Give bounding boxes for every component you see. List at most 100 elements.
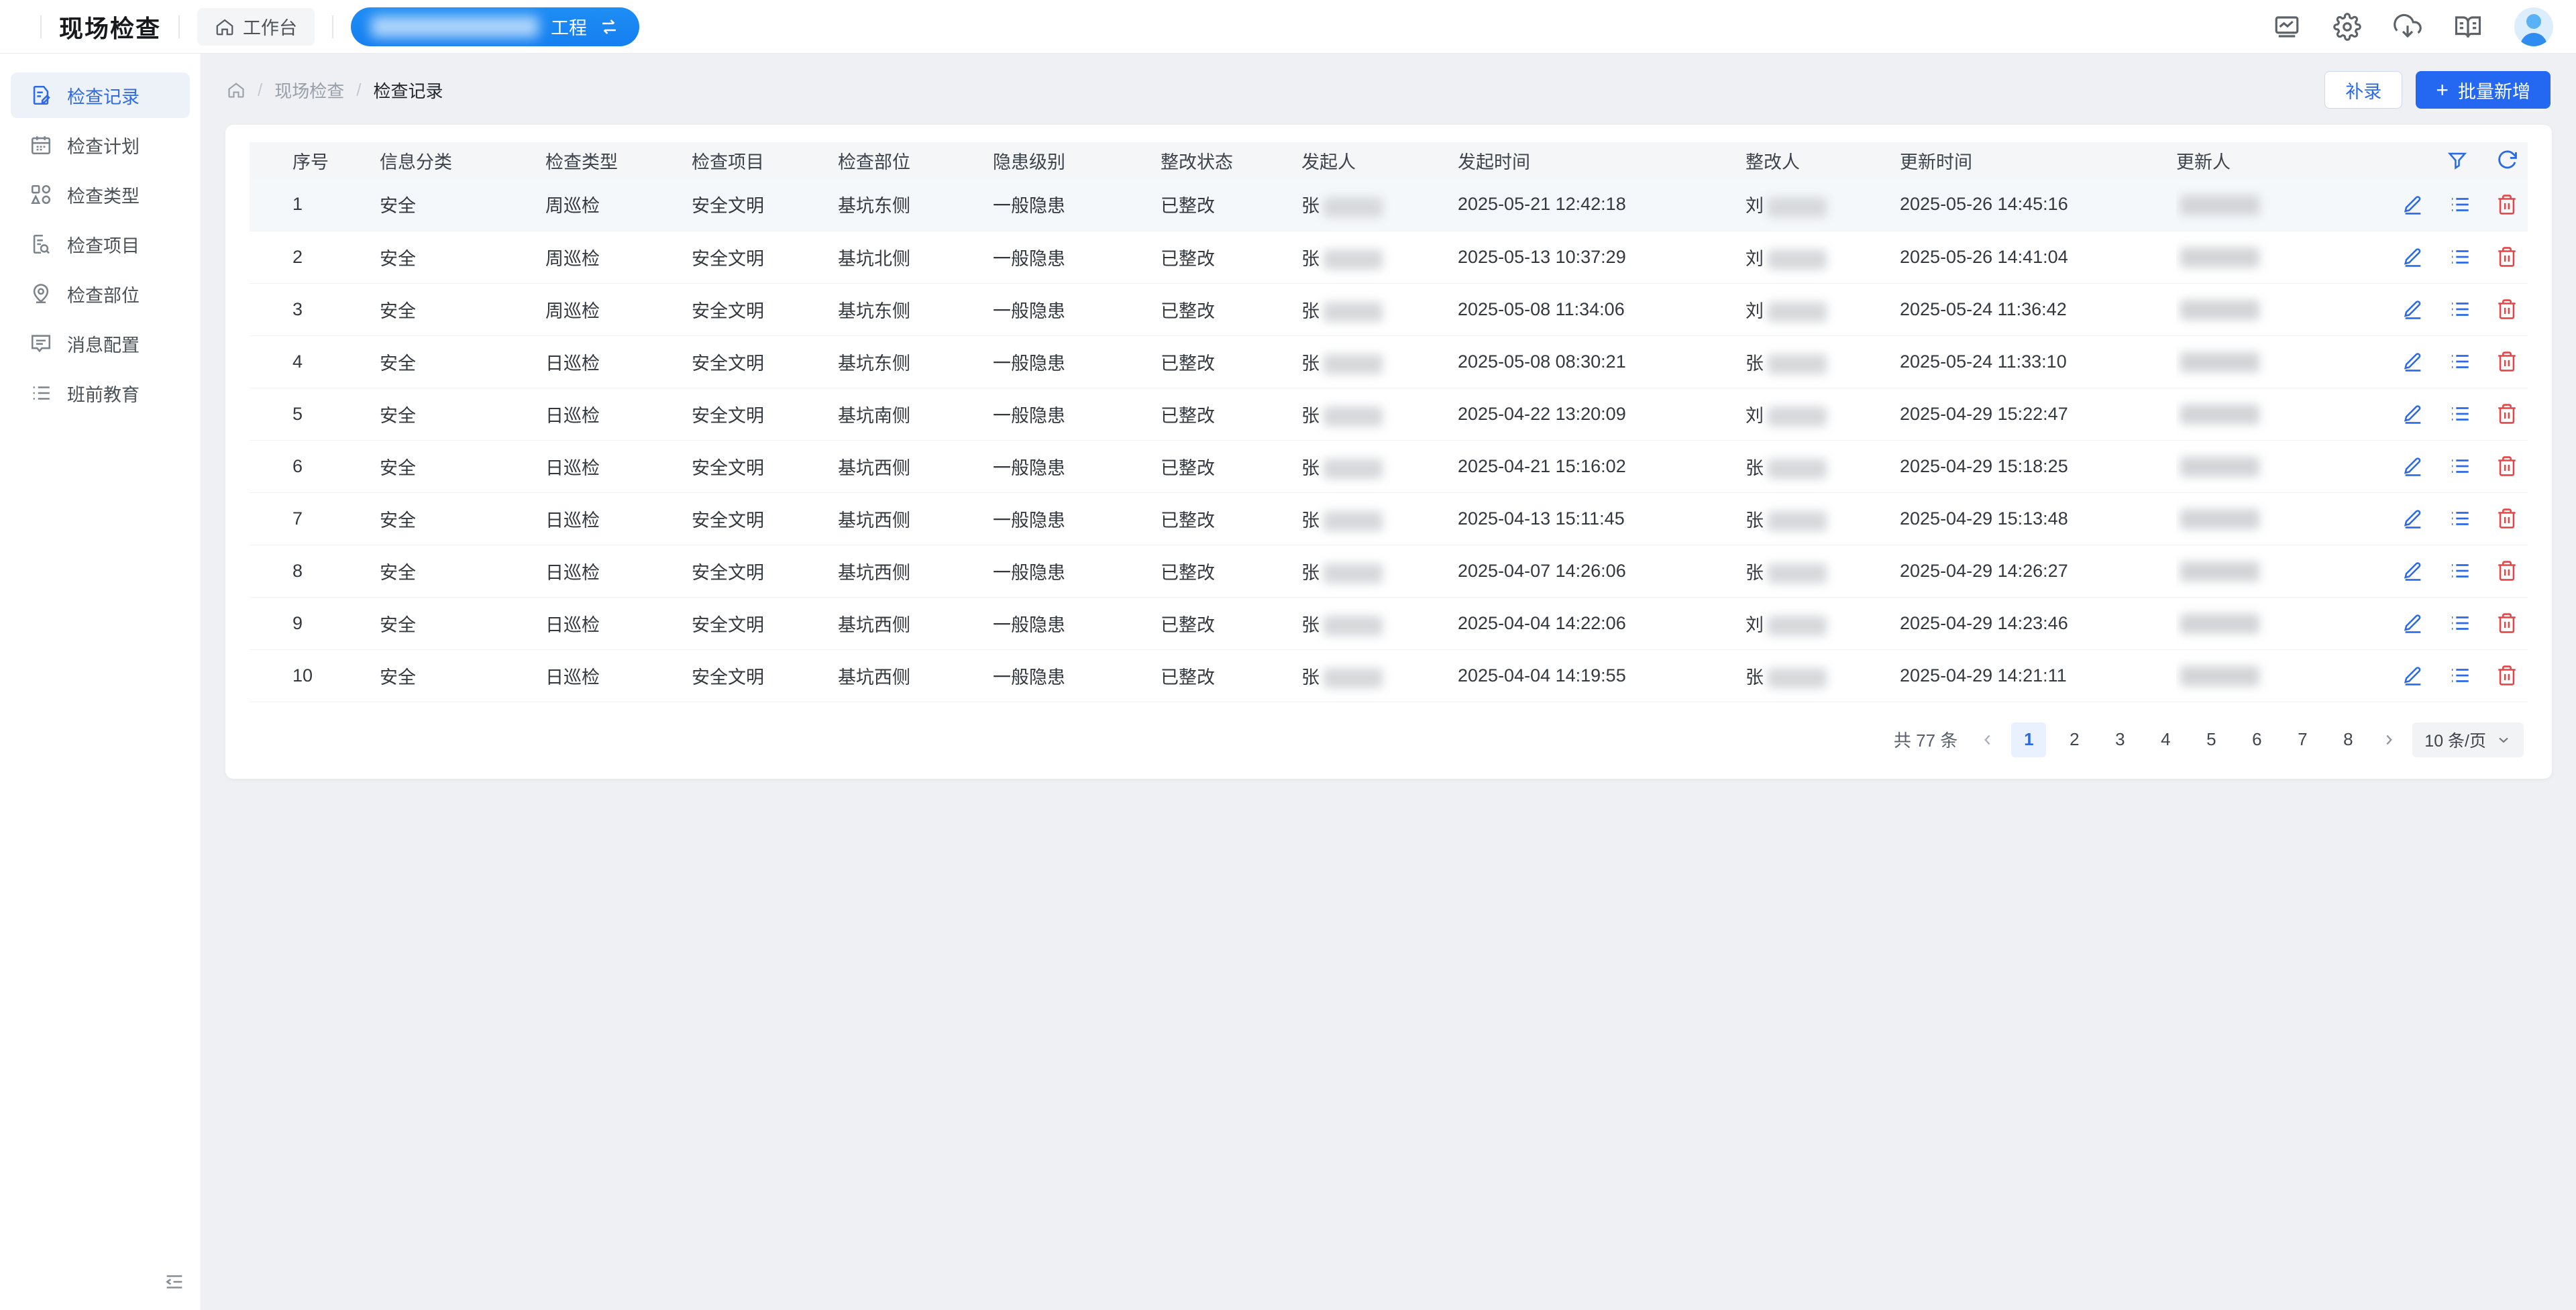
settings-gear-icon: [2333, 13, 2361, 41]
settings-button[interactable]: [2333, 13, 2361, 41]
cell-rectifier: 刘: [1746, 597, 1900, 649]
detail-button[interactable]: [2449, 350, 2471, 373]
edit-button[interactable]: [2404, 245, 2424, 268]
page-button-5[interactable]: 5: [2194, 722, 2229, 757]
edit-button[interactable]: [2404, 559, 2424, 582]
total-count: 共 77 条: [1894, 727, 1957, 752]
sidebar-item-inspection-records[interactable]: 检查记录: [11, 72, 190, 118]
detail-button[interactable]: [2449, 298, 2471, 321]
cell-initiated-at: 2025-05-08 08:30:21: [1458, 335, 1746, 388]
batch-add-button[interactable]: + 批量新增: [2416, 71, 2551, 109]
detail-button[interactable]: [2449, 455, 2471, 478]
detail-button[interactable]: [2449, 664, 2471, 687]
sidebar-item-inspection-items[interactable]: 检查项目: [11, 221, 190, 267]
chevron-down-icon: [2496, 732, 2512, 748]
delete-button[interactable]: [2496, 664, 2518, 687]
detail-button[interactable]: [2449, 507, 2471, 530]
cell-initiator: 张: [1301, 388, 1458, 440]
rectifier-name: 张: [1746, 458, 1764, 478]
table-row[interactable]: 9 安全 日巡检 安全文明 基坑西侧 一般隐患 已整改 张 2025-04-04…: [250, 597, 2528, 649]
delete-button[interactable]: [2496, 298, 2518, 321]
page-button-7[interactable]: 7: [2285, 722, 2320, 757]
sidebar-item-inspection-plans[interactable]: 检查计划: [11, 122, 190, 168]
table-row[interactable]: 3 安全 周巡检 安全文明 基坑东侧 一般隐患 已整改 张 2025-05-08…: [250, 283, 2528, 335]
edit-button[interactable]: [2404, 455, 2424, 478]
edit-button[interactable]: [2404, 664, 2424, 687]
delete-button[interactable]: [2496, 350, 2518, 373]
sidebar-collapse-button[interactable]: [163, 1270, 186, 1295]
delete-button[interactable]: [2496, 612, 2518, 635]
table-row[interactable]: 8 安全 日巡检 安全文明 基坑西侧 一般隐患 已整改 张 2025-04-07…: [250, 545, 2528, 597]
cell-category: 安全: [380, 492, 545, 545]
delete-button[interactable]: [2496, 402, 2518, 425]
detail-button[interactable]: [2449, 559, 2471, 582]
cell-initiated-at: 2025-04-22 13:20:09: [1458, 388, 1746, 440]
divider: [178, 15, 180, 38]
delete-button[interactable]: [2496, 245, 2518, 268]
table-row[interactable]: 1 安全 周巡检 安全文明 基坑东侧 一般隐患 已整改 张 2025-05-21…: [250, 178, 2528, 231]
table-row[interactable]: 7 安全 日巡检 安全文明 基坑西侧 一般隐患 已整改 张 2025-04-13…: [250, 492, 2528, 545]
page-button-3[interactable]: 3: [2102, 722, 2137, 757]
column-header: 整改人: [1746, 142, 1900, 178]
redacted-name: [2180, 300, 2259, 320]
breadcrumb-root[interactable]: 现场检查: [274, 78, 344, 103]
cell-index: 2: [250, 231, 380, 283]
monitor-button[interactable]: [2273, 13, 2301, 41]
delete-button[interactable]: [2496, 193, 2518, 216]
redacted-name: [2180, 195, 2259, 215]
delete-button[interactable]: [2496, 507, 2518, 530]
page-button-8[interactable]: 8: [2330, 722, 2365, 757]
sidebar: 检查记录 检查计划 检查类型 检查项目 检查部位 消息配置 班前教育: [0, 54, 201, 1310]
edit-button[interactable]: [2404, 612, 2424, 635]
edit-button[interactable]: [2404, 402, 2424, 425]
cell-category: 安全: [380, 231, 545, 283]
table-row[interactable]: 2 安全 周巡检 安全文明 基坑北侧 一般隐患 已整改 张 2025-05-13…: [250, 231, 2528, 283]
sidebar-item-inspection-types[interactable]: 检查类型: [11, 172, 190, 217]
cell-item: 安全文明: [692, 335, 838, 388]
detail-button[interactable]: [2449, 245, 2471, 268]
delete-button[interactable]: [2496, 455, 2518, 478]
breadcrumb-home-icon[interactable]: [227, 80, 246, 99]
delete-button[interactable]: [2496, 559, 2518, 582]
edit-button[interactable]: [2404, 193, 2424, 216]
rectifier-name: 刘: [1746, 615, 1764, 635]
edit-button[interactable]: [2404, 507, 2424, 530]
detail-button[interactable]: [2449, 402, 2471, 425]
table-row[interactable]: 5 安全 日巡检 安全文明 基坑南侧 一般隐患 已整改 张 2025-04-22…: [250, 388, 2528, 440]
table-row[interactable]: 10 安全 日巡检 安全文明 基坑西侧 一般隐患 已整改 张 2025-04-0…: [250, 649, 2528, 702]
user-avatar[interactable]: [2514, 7, 2553, 46]
prev-page-button[interactable]: [1975, 731, 2000, 749]
sidebar-item-preshift-education[interactable]: 班前教育: [11, 370, 190, 416]
next-page-button[interactable]: [2376, 731, 2402, 749]
rectifier-name: 张: [1746, 353, 1764, 374]
table-row[interactable]: 6 安全 日巡检 安全文明 基坑西侧 一般隐患 已整改 张 2025-04-21…: [250, 440, 2528, 492]
cell-status: 已整改: [1161, 231, 1301, 283]
detail-button[interactable]: [2449, 193, 2471, 216]
table-row[interactable]: 4 安全 日巡检 安全文明 基坑东侧 一般隐患 已整改 张 2025-05-08…: [250, 335, 2528, 388]
page-button-1[interactable]: 1: [2011, 722, 2046, 757]
supplement-record-button[interactable]: 补录: [2324, 71, 2402, 109]
project-switcher[interactable]: 工程: [351, 7, 639, 46]
handbook-button[interactable]: [2454, 13, 2482, 41]
page-button-4[interactable]: 4: [2148, 722, 2183, 757]
delete-trash-icon: [2496, 559, 2518, 582]
page-button-6[interactable]: 6: [2239, 722, 2274, 757]
page-size-select[interactable]: 10 条/页: [2412, 722, 2524, 757]
cell-updated-at: 2025-04-29 14:21:11: [1900, 649, 2176, 702]
download-center-button[interactable]: [2394, 13, 2422, 41]
edit-button[interactable]: [2404, 350, 2424, 373]
cell-category: 安全: [380, 440, 545, 492]
detail-button[interactable]: [2449, 612, 2471, 635]
sidebar-item-message-config[interactable]: 消息配置: [11, 321, 190, 366]
page-button-2[interactable]: 2: [2057, 722, 2092, 757]
refresh-button[interactable]: [2496, 149, 2518, 172]
column-header: 发起人: [1301, 142, 1458, 178]
cell-updated-at: 2025-04-29 15:13:48: [1900, 492, 2176, 545]
cell-item: 安全文明: [692, 492, 838, 545]
workbench-button[interactable]: 工作台: [197, 8, 315, 46]
cell-initiated-at: 2025-04-21 15:16:02: [1458, 440, 1746, 492]
edit-button[interactable]: [2404, 298, 2424, 321]
sidebar-item-inspection-locations[interactable]: 检查部位: [11, 271, 190, 317]
cell-level: 一般隐患: [993, 231, 1161, 283]
filter-button[interactable]: [2446, 149, 2469, 172]
